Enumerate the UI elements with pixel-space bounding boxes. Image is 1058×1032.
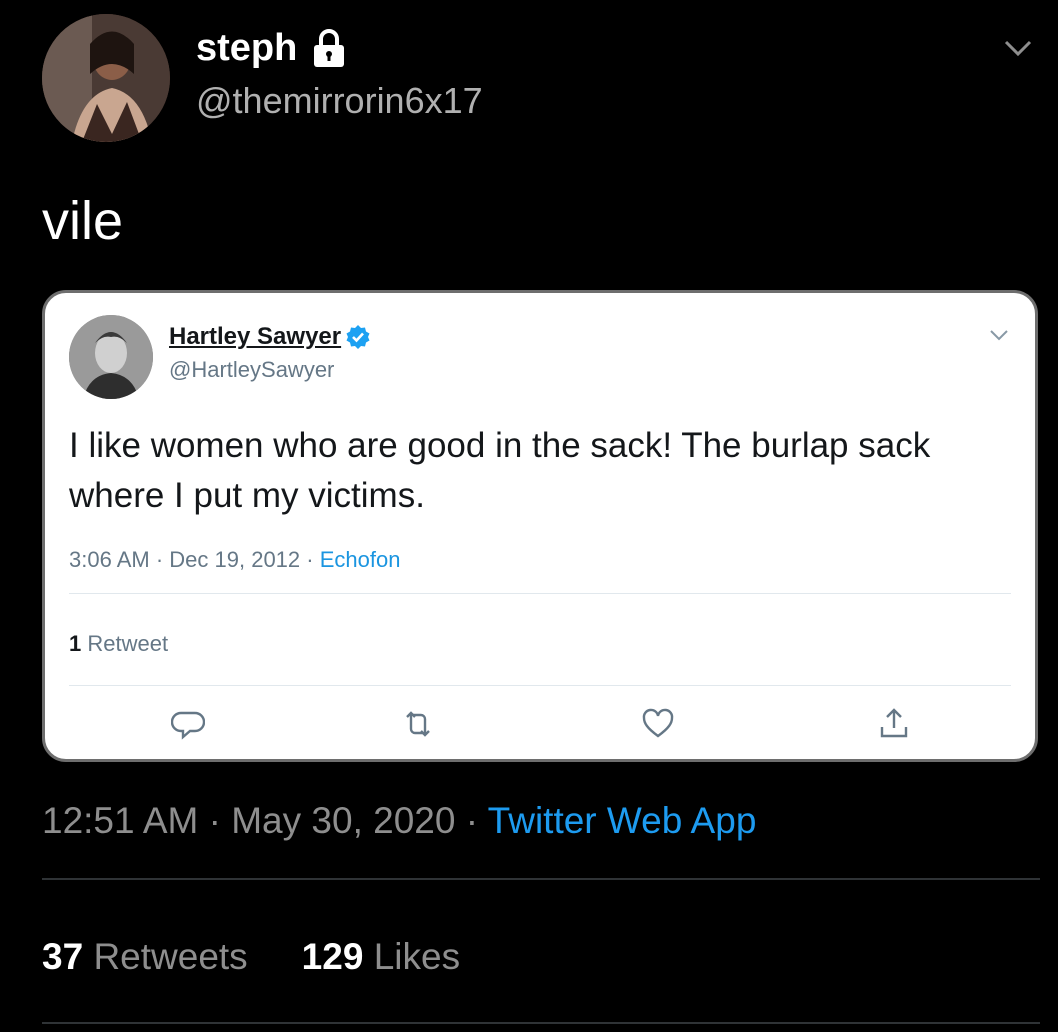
quoted-tweet-time[interactable]: 3:06 AM [69,547,150,572]
author-name-text[interactable]: steph [196,27,297,70]
quoted-retweet-label: Retweet [87,631,169,656]
divider [69,685,1011,686]
quoted-tweet-card[interactable]: Hartley Sawyer @HartleySawyer I like wom… [42,290,1038,762]
tweet-time[interactable]: 12:51 AM [42,800,198,841]
quoted-author-name-text[interactable]: Hartley Sawyer [169,323,341,351]
retweets-label: Retweets [93,936,248,977]
quoted-retweet-count: 1 [69,631,82,656]
lock-icon [307,26,351,70]
author-avatar[interactable] [42,14,170,142]
quoted-author-avatar[interactable] [69,315,153,399]
divider [42,878,1040,880]
quoted-tweet-date[interactable]: Dec 19, 2012 [169,547,300,572]
quoted-author-name[interactable]: Hartley Sawyer [169,323,371,351]
quoted-chevron-down-icon[interactable] [987,323,1011,347]
quoted-tweet-stats[interactable]: 1 Retweet [69,631,168,657]
quoted-author-handle[interactable]: @HartleySawyer [169,357,334,383]
author-handle[interactable]: @themirrorin6x17 [196,80,483,122]
like-icon[interactable] [641,707,675,741]
retweets-count: 37 [42,936,84,977]
quoted-tweet-meta: 3:06 AM · Dec 19, 2012 · Echofon [69,547,401,572]
quoted-tweet-source[interactable]: Echofon [320,547,401,572]
likes-stat[interactable]: 129 Likes [302,936,460,978]
verified-icon [345,324,371,350]
divider [69,593,1011,594]
share-icon[interactable] [877,707,911,741]
likes-count: 129 [301,936,364,977]
likes-label: Likes [373,936,461,977]
author-name[interactable]: steph [196,26,351,70]
chevron-down-icon[interactable] [1000,30,1036,66]
quoted-tweet-text: I like women who are good in the sack! T… [69,426,931,515]
divider [42,1022,1040,1024]
reply-icon[interactable] [170,707,206,741]
tweet-source[interactable]: Twitter Web App [488,800,757,841]
retweets-stat[interactable]: 37 Retweets [42,936,248,978]
tweet-meta: 12:51 AM · May 30, 2020 · Twitter Web Ap… [42,800,757,841]
tweet-date[interactable]: May 30, 2020 [231,800,455,841]
retweet-icon[interactable] [401,707,435,741]
tweet-text: vile [42,191,124,251]
tweet-stats: 37 Retweets 129 Likes [42,936,460,978]
